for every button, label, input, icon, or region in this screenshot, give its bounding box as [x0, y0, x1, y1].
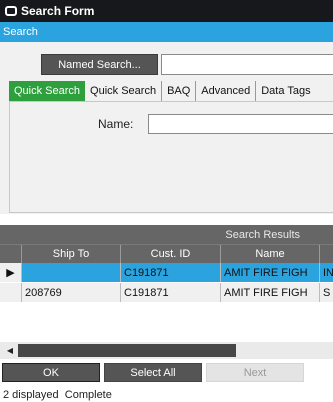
- tab-data-tags[interactable]: Data Tags: [256, 81, 315, 101]
- next-button[interactable]: Next: [206, 363, 304, 382]
- cell-cust-id[interactable]: C191871: [121, 263, 221, 282]
- column-extra[interactable]: [320, 245, 333, 263]
- named-search-button-label: Named Search...: [58, 58, 141, 71]
- status-count: 2 displayed: [3, 389, 59, 401]
- row-indicator: [0, 283, 22, 302]
- row-selected-icon: ▶: [0, 263, 22, 282]
- tab-quick-search[interactable]: Quick Search: [85, 81, 163, 101]
- search-header: Search: [0, 22, 333, 42]
- name-input[interactable]: [148, 114, 333, 134]
- scrollbar-thumb[interactable]: [18, 344, 236, 357]
- status-bar: 2 displayed Complete: [3, 389, 112, 401]
- table-row[interactable]: ▶ C191871 AMIT FIRE FIGH IN: [0, 263, 333, 282]
- cell-cust-id[interactable]: C191871: [121, 283, 221, 302]
- tab-quick-search-active[interactable]: Quick Search: [9, 81, 86, 101]
- results-column-header: Ship To Cust. ID Name: [0, 244, 333, 263]
- search-results-title: Search Results: [0, 225, 333, 244]
- ok-button[interactable]: OK: [2, 363, 100, 382]
- column-name[interactable]: Name: [221, 245, 320, 263]
- named-search-input[interactable]: [161, 54, 333, 75]
- cell-extra[interactable]: S: [320, 283, 333, 302]
- select-all-button[interactable]: Select All: [104, 363, 202, 382]
- window-title: Search Form: [21, 4, 95, 18]
- cell-name[interactable]: AMIT FIRE FIGH: [221, 263, 320, 282]
- cell-ship-to[interactable]: 208769: [22, 283, 121, 302]
- search-header-label: Search: [3, 26, 38, 38]
- scroll-left-icon[interactable]: ◀: [3, 344, 17, 357]
- named-search-button[interactable]: Named Search...: [41, 54, 158, 75]
- title-bar: Search Form: [0, 0, 333, 22]
- tab-advanced[interactable]: Advanced: [196, 81, 257, 101]
- results-grid-empty-area: [0, 302, 333, 342]
- search-tabs: Quick Search Quick Search BAQ Advanced D…: [9, 81, 333, 101]
- status-state: Complete: [64, 389, 112, 401]
- cell-name[interactable]: AMIT FIRE FIGH: [221, 283, 320, 302]
- column-cust-id[interactable]: Cust. ID: [121, 245, 221, 263]
- column-ship-to[interactable]: Ship To: [22, 245, 121, 263]
- cell-ship-to[interactable]: [22, 263, 121, 282]
- window-icon: [5, 6, 17, 16]
- table-row[interactable]: 208769 C191871 AMIT FIRE FIGH S: [0, 283, 333, 302]
- cell-extra[interactable]: IN: [320, 263, 333, 282]
- name-label: Name:: [98, 117, 134, 131]
- tab-baq[interactable]: BAQ: [162, 81, 197, 101]
- row-indicator-header: [0, 245, 22, 263]
